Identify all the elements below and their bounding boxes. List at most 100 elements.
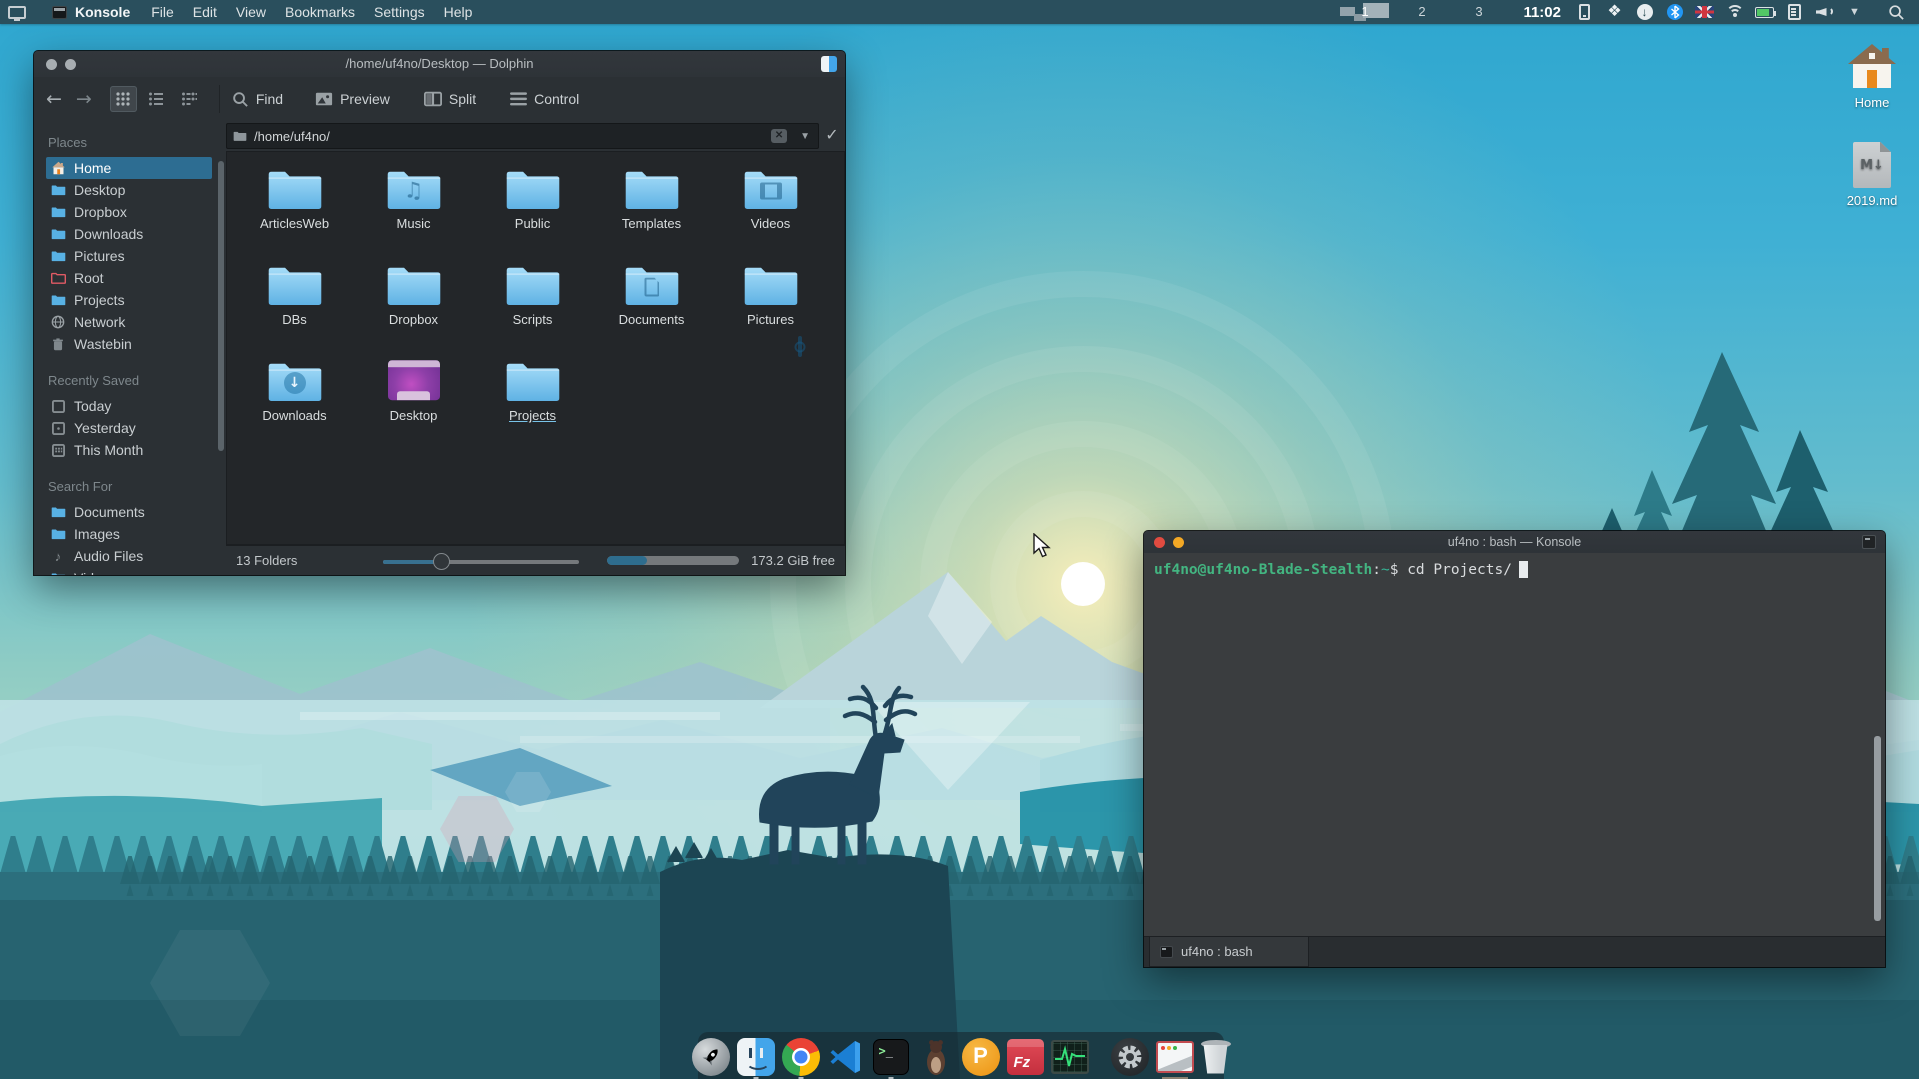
back-button[interactable]: ← bbox=[46, 88, 62, 110]
split-button[interactable]: Split bbox=[424, 91, 476, 107]
dock-item-vscode[interactable] bbox=[827, 1038, 865, 1076]
dock-item-settings[interactable] bbox=[1111, 1038, 1149, 1076]
dock-item-file-manager[interactable] bbox=[737, 1038, 775, 1076]
menu-view[interactable]: View bbox=[236, 4, 266, 20]
folder-icon bbox=[623, 166, 681, 212]
kdeconnect-icon[interactable] bbox=[1575, 3, 1594, 22]
calendar-month-icon bbox=[50, 442, 66, 458]
folder-icon bbox=[504, 358, 562, 404]
zoom-slider[interactable] bbox=[383, 553, 579, 569]
sidebar-item-root[interactable]: Root bbox=[46, 267, 212, 289]
dock-item-pcloud[interactable]: P bbox=[962, 1038, 1000, 1076]
dock-item-filezilla[interactable]: Fz bbox=[1007, 1038, 1044, 1076]
find-button[interactable]: Find bbox=[232, 91, 283, 108]
volume-icon[interactable] bbox=[1815, 3, 1834, 22]
folder-item[interactable]: Public bbox=[478, 166, 588, 262]
forward-button[interactable]: → bbox=[76, 88, 92, 110]
folder-item[interactable]: Documents bbox=[597, 262, 707, 358]
desktop-icon-2019md[interactable]: M↓ 2019.md bbox=[1834, 138, 1910, 208]
folder-item[interactable]: ♫ Music bbox=[359, 166, 469, 262]
desktop-icon-home[interactable]: Home bbox=[1834, 40, 1910, 110]
clear-location-icon[interactable]: ✕ bbox=[771, 129, 787, 143]
compact-view-button[interactable] bbox=[176, 86, 203, 112]
workspace-1[interactable]: 1 bbox=[1336, 2, 1393, 22]
sidebar-item-pictures[interactable]: Pictures bbox=[46, 245, 212, 267]
trash-icon bbox=[1201, 1040, 1231, 1074]
terminal-scrollbar[interactable] bbox=[1874, 736, 1881, 921]
control-button[interactable]: Control bbox=[510, 91, 579, 107]
free-space: 173.2 GiB free bbox=[751, 553, 835, 568]
folder-item[interactable]: Templates bbox=[597, 166, 707, 262]
sidebar-item-desktop[interactable]: Desktop bbox=[46, 179, 212, 201]
search-icon[interactable] bbox=[1888, 4, 1905, 21]
preview-button[interactable]: Preview bbox=[315, 91, 390, 107]
battery-icon[interactable] bbox=[1755, 3, 1774, 22]
folder-view[interactable]: ArticlesWeb ♫ Music Public Templates Vid… bbox=[226, 151, 845, 545]
clock[interactable]: 11:02 bbox=[1523, 4, 1561, 21]
workspace-3[interactable]: 3 bbox=[1450, 2, 1507, 22]
sidebar-item-projects[interactable]: Projects bbox=[46, 289, 212, 311]
sidebar-item-images[interactable]: Images bbox=[46, 523, 212, 545]
sidebar-item-network[interactable]: Network bbox=[46, 311, 212, 333]
dock-item-screenshot-tool[interactable] bbox=[1156, 1038, 1194, 1076]
sidebar-item-audio-files[interactable]: ♪ Audio Files bbox=[46, 545, 212, 567]
dolphin-titlebar[interactable]: /home/uf4no/Desktop — Dolphin bbox=[34, 51, 845, 77]
sidebar-item-today[interactable]: Today bbox=[46, 395, 212, 417]
home-icon bbox=[1834, 40, 1910, 90]
screenshot-tool-icon bbox=[1156, 1041, 1194, 1073]
sidebar-item-dropbox[interactable]: Dropbox bbox=[46, 201, 212, 223]
dock-item-launchpad[interactable] bbox=[692, 1038, 730, 1076]
menu-edit[interactable]: Edit bbox=[193, 4, 217, 20]
folder-item[interactable]: Dropbox bbox=[359, 262, 469, 358]
workspace-2[interactable]: 2 bbox=[1393, 2, 1450, 22]
wifi-icon[interactable] bbox=[1725, 3, 1744, 22]
konsole-titlebar[interactable]: uf4no : bash — Konsole bbox=[1144, 531, 1885, 553]
folder-item[interactable]: ↓ Downloads bbox=[240, 358, 350, 454]
dock-item-trash[interactable] bbox=[1201, 1038, 1231, 1076]
sidebar-item-videos[interactable]: Videos bbox=[46, 567, 212, 575]
sidebar-item-this-month[interactable]: This Month bbox=[46, 439, 212, 461]
folder-item[interactable]: Videos bbox=[716, 166, 826, 262]
menu-settings[interactable]: Settings bbox=[374, 4, 425, 20]
disk-capacity-bar bbox=[607, 556, 739, 565]
menu-help[interactable]: Help bbox=[444, 4, 473, 20]
folder-item[interactable]: Pictures bbox=[716, 262, 826, 358]
calendar-day-icon bbox=[50, 398, 66, 414]
sidebar-scrollbar[interactable] bbox=[218, 161, 224, 451]
sidebar-item-documents[interactable]: Documents bbox=[46, 501, 212, 523]
folder-item[interactable]: Projects bbox=[478, 358, 588, 454]
folder-item[interactable]: Scripts bbox=[478, 262, 588, 358]
sidebar-item-home[interactable]: Home bbox=[46, 157, 212, 179]
clipboard-icon[interactable] bbox=[1785, 3, 1804, 22]
tray-expander-chevron-icon[interactable]: ▼ bbox=[1845, 3, 1864, 22]
location-bar[interactable]: /home/uf4no/ ✕ ▼ bbox=[226, 123, 819, 149]
dolphin-window-icon bbox=[821, 56, 837, 72]
folder-item[interactable]: Desktop bbox=[359, 358, 469, 454]
folder-item[interactable]: DBs bbox=[240, 262, 350, 358]
keyboard-layout-uk-icon[interactable] bbox=[1695, 3, 1714, 22]
folder-icon bbox=[385, 262, 443, 308]
sidebar-item-wastebin[interactable]: Wastebin bbox=[46, 333, 212, 355]
location-bar-row: /home/uf4no/ ✕ ▼ ✓ bbox=[226, 121, 845, 151]
location-dropdown-chevron-icon[interactable]: ▼ bbox=[800, 131, 810, 142]
bluetooth-icon[interactable] bbox=[1665, 3, 1684, 22]
desktop: Konsole File Edit View Bookmarks Setting… bbox=[0, 0, 1919, 1079]
dock-item-dbeaver[interactable] bbox=[917, 1038, 955, 1076]
details-view-button[interactable] bbox=[143, 86, 170, 112]
menu-file[interactable]: File bbox=[151, 4, 174, 20]
dock-item-chrome[interactable] bbox=[782, 1038, 820, 1076]
terminal[interactable]: uf4no@uf4no-Blade-Stealth:~$ cd Projects… bbox=[1144, 553, 1885, 936]
sidebar-item-yesterday[interactable]: Yesterday bbox=[46, 417, 212, 439]
sidebar-item-downloads[interactable]: Downloads bbox=[46, 223, 212, 245]
icons-view-button[interactable] bbox=[110, 86, 137, 112]
dropbox-icon[interactable]: ❖ bbox=[1605, 3, 1624, 22]
location-confirm-icon[interactable]: ✓ bbox=[819, 123, 845, 149]
dock-item-terminal[interactable]: >_ bbox=[872, 1038, 910, 1076]
tab-bash[interactable]: uf4no : bash bbox=[1149, 937, 1309, 967]
menu-bookmarks[interactable]: Bookmarks bbox=[285, 4, 355, 20]
show-desktop-icon[interactable] bbox=[8, 6, 26, 19]
folder-item[interactable]: ArticlesWeb bbox=[240, 166, 350, 262]
dolphin-toolbar: ← → Find Preview bbox=[34, 77, 845, 121]
downloads-applet-icon[interactable]: ↓ bbox=[1635, 3, 1654, 22]
dock-item-system-monitor[interactable] bbox=[1051, 1038, 1089, 1076]
